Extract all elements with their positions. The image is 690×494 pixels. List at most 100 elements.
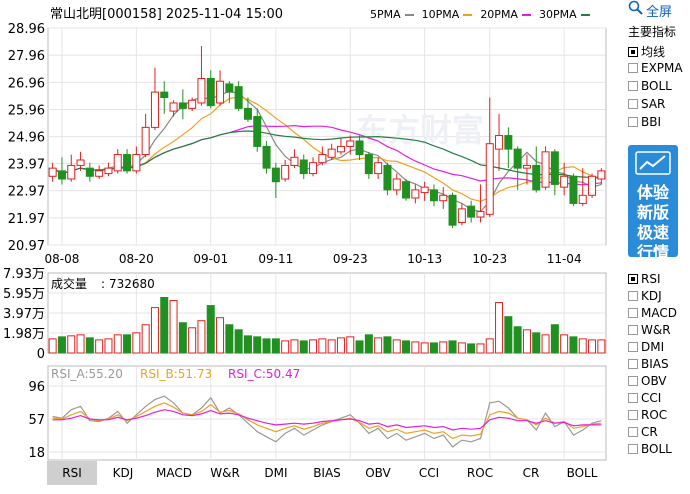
volume-bar xyxy=(429,342,438,354)
candle-body xyxy=(253,116,262,147)
volume-bar xyxy=(439,341,448,354)
candle-body xyxy=(550,151,559,185)
rsi-tick-label: 57 xyxy=(28,413,45,428)
tab-macd[interactable]: MACD xyxy=(149,461,199,485)
candle-body xyxy=(95,170,104,177)
volume-tick-label: 5.95万 xyxy=(3,287,45,302)
price-tick-label: 21.97 xyxy=(8,212,45,227)
volume-bar xyxy=(318,338,327,354)
candle-body xyxy=(160,91,169,99)
volume-bar xyxy=(104,338,113,354)
candle-body xyxy=(429,189,438,202)
volume-bar xyxy=(476,343,485,354)
candle-body xyxy=(216,80,225,104)
candle-body xyxy=(57,170,66,180)
volume-bar xyxy=(578,338,587,354)
volume-bar xyxy=(402,340,411,354)
volume-bar xyxy=(355,340,364,354)
volume-bar xyxy=(569,336,578,354)
date-tick-label: 08-08 xyxy=(45,252,80,266)
tab-dmi[interactable]: DMI xyxy=(251,461,301,485)
candle-body xyxy=(578,194,587,204)
volume-bar xyxy=(448,340,457,354)
volume-bar xyxy=(541,334,550,354)
volume-bar xyxy=(150,307,159,354)
date-tick-label: 08-20 xyxy=(119,252,154,266)
volume-bar xyxy=(513,326,522,354)
tab-cci[interactable]: CCI xyxy=(404,461,454,485)
candle-body xyxy=(588,175,597,196)
candle-body xyxy=(318,154,327,164)
price-tick-label: 27.96 xyxy=(8,49,45,64)
volume-bar xyxy=(290,339,299,354)
candle-body xyxy=(364,154,373,175)
date-tick-label: 09-11 xyxy=(258,252,293,266)
volume-bar xyxy=(383,336,392,354)
candle-body xyxy=(560,175,569,188)
volume-bar xyxy=(234,329,243,354)
volume-bar xyxy=(336,337,345,354)
candle-body xyxy=(420,186,429,194)
price-tick-label: 20.97 xyxy=(8,239,45,254)
volume-bar xyxy=(57,336,66,354)
tab-boll[interactable]: BOLL xyxy=(557,461,607,485)
candle-body xyxy=(271,167,280,183)
rsi-legend-label: RSI_C:50.47 xyxy=(228,367,300,381)
candle-body xyxy=(85,167,94,177)
candle-body xyxy=(206,78,215,107)
candle-body xyxy=(569,175,578,204)
tab-wr[interactable]: W&R xyxy=(200,461,250,485)
candle-body xyxy=(67,164,76,180)
candle-body xyxy=(457,208,466,223)
candle-body xyxy=(513,148,522,169)
candle-body xyxy=(336,145,345,153)
candle-body xyxy=(597,170,606,180)
volume-bar xyxy=(522,329,531,354)
volume-bar xyxy=(188,327,197,354)
candle-body xyxy=(374,162,383,175)
price-tick-label: 26.96 xyxy=(8,76,45,91)
candle-body xyxy=(448,194,457,226)
candle-body xyxy=(169,102,178,112)
tab-roc[interactable]: ROC xyxy=(455,461,505,485)
volume-bar xyxy=(262,338,271,354)
volume-bar xyxy=(206,305,215,354)
volume-bar xyxy=(532,332,541,354)
candle-body xyxy=(188,99,197,109)
price-tick-label: 22.97 xyxy=(8,185,45,200)
volume-bar xyxy=(141,324,150,354)
candle-body xyxy=(234,86,243,109)
candle-body xyxy=(299,159,308,175)
volume-bar xyxy=(327,339,336,354)
volume-bar xyxy=(550,324,559,354)
candle-body xyxy=(541,151,550,188)
tab-cr[interactable]: CR xyxy=(506,461,556,485)
volume-bar xyxy=(225,324,234,354)
volume-bar xyxy=(392,339,401,354)
date-tick-label: 09-01 xyxy=(193,252,228,266)
volume-tick-label: 7.93万 xyxy=(3,267,45,282)
tab-bias[interactable]: BIAS xyxy=(302,461,352,485)
volume-bar xyxy=(467,343,476,354)
volume-bar xyxy=(178,322,187,354)
tab-obv[interactable]: OBV xyxy=(353,461,403,485)
candle-body xyxy=(178,102,187,109)
volume-bar xyxy=(95,339,104,354)
volume-bar xyxy=(495,302,504,354)
date-tick-label: 09-23 xyxy=(333,252,368,266)
tab-kdj[interactable]: KDJ xyxy=(98,461,148,485)
rsi-panel-frame xyxy=(47,365,607,461)
volume-bar xyxy=(253,336,262,354)
candle-body xyxy=(532,164,541,191)
price-tick-label: 23.97 xyxy=(8,158,45,173)
volume-bar xyxy=(485,338,494,354)
volume-current-value: 732680 xyxy=(109,277,155,291)
candle-body xyxy=(495,135,504,150)
candle-body xyxy=(290,156,299,166)
volume-title: 成交量 xyxy=(51,276,87,291)
rsi-legend-label: RSI_A:55.20 xyxy=(51,367,123,381)
candle-body xyxy=(504,135,513,150)
tab-rsi[interactable]: RSI xyxy=(47,461,97,485)
volume-bar xyxy=(597,339,606,354)
volume-bar xyxy=(411,341,420,354)
